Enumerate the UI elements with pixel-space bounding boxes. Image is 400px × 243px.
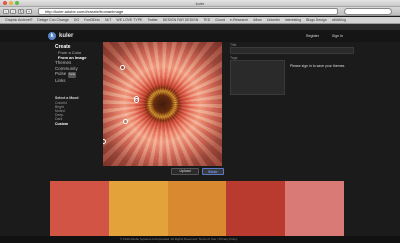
bookmark[interactable]: LinkedIn: [267, 17, 280, 23]
bookmark[interactable]: Graphic Archive®: [5, 17, 32, 23]
back-button[interactable]: ‹: [3, 9, 9, 14]
copyright-text: © 2010 Adobe Systems Incorporated. All R…: [120, 237, 238, 241]
status-strip: © 2010 Adobe Systems Incorporated. All R…: [0, 236, 400, 243]
title-bar: kuler: [0, 0, 400, 7]
kuler-header: k kuler Register Sign In: [0, 30, 400, 42]
sidebar-item-label: Pulse: [55, 71, 67, 76]
beta-badge: beta: [68, 72, 77, 78]
forward-button[interactable]: ›: [10, 9, 16, 14]
color-swatch[interactable]: [285, 181, 344, 236]
mood-selector: Select a Mood Colorful Bright Muted Deep…: [55, 96, 100, 126]
bookmark[interactable]: Blogs Design: [306, 17, 327, 23]
browser-toolbar: ‹ › ↻ + http://kuler.adobe.com/#create/f…: [0, 7, 400, 16]
logo-text: kuler: [59, 33, 74, 39]
color-picker-marker[interactable]: [120, 65, 125, 70]
sign-in-link[interactable]: Sign In: [332, 34, 343, 38]
bookmark[interactable]: interesting: [285, 17, 301, 23]
theme-tags-field[interactable]: [230, 60, 285, 95]
color-swatch[interactable]: [108, 181, 168, 236]
upload-button[interactable]: Upload: [171, 168, 199, 175]
bookmark[interactable]: Twitter: [147, 17, 157, 23]
bookmark[interactable]: Aflow: [253, 17, 262, 23]
reload-button[interactable]: ↻: [18, 9, 24, 14]
color-picker-marker[interactable]: [134, 98, 139, 103]
window-title: kuler: [195, 1, 205, 6]
add-bookmark-button[interactable]: +: [26, 9, 32, 14]
bookmark[interactable]: TED: [203, 17, 210, 23]
color-swatch[interactable]: [167, 181, 227, 236]
source-image[interactable]: [103, 42, 222, 166]
color-theme-swatches: [50, 181, 344, 236]
bookmarks-bar: Graphic Archive® Design Con Change DG Fo…: [0, 17, 400, 24]
kuler-logo[interactable]: k kuler: [48, 32, 73, 40]
sign-in-note: Please sign in to save your themes.: [290, 64, 346, 68]
sidebar-item-links[interactable]: Links: [55, 78, 100, 84]
bookmark[interactable]: Gourd: [215, 17, 225, 23]
bookmark[interactable]: DG: [74, 17, 79, 23]
kuler-logo-icon: k: [48, 32, 56, 40]
bookmark[interactable]: Font3Dnic: [84, 17, 100, 23]
address-bar[interactable]: http://kuler.adobe.com/#create/fromanima…: [38, 8, 338, 15]
theme-title-field[interactable]: [230, 47, 354, 54]
bookmark[interactable]: WE LOVE TYPE: [116, 17, 142, 23]
flower-texture: [103, 42, 222, 166]
browser-window: kuler ‹ › ↻ + http://kuler.adobe.com/#cr…: [0, 0, 400, 243]
color-swatch[interactable]: [226, 181, 286, 236]
bookmark[interactable]: e-Research: [230, 17, 248, 23]
bookmark[interactable]: Design Con Change: [37, 17, 69, 23]
flickr-button[interactable]: flickr: [202, 168, 224, 175]
bookmark[interactable]: oMAKing: [332, 17, 346, 23]
color-swatch[interactable]: [50, 181, 109, 236]
search-field[interactable]: [344, 8, 392, 15]
sidebar-nav: Create From a Color From an Image Themes…: [55, 44, 100, 83]
mood-option-custom[interactable]: Custom: [55, 122, 100, 126]
register-link[interactable]: Register: [306, 34, 319, 38]
bookmark[interactable]: DESIGN FAR DESIGN: [163, 17, 199, 23]
color-picker-marker[interactable]: [123, 119, 128, 124]
bookmark[interactable]: NLT: [105, 17, 111, 23]
